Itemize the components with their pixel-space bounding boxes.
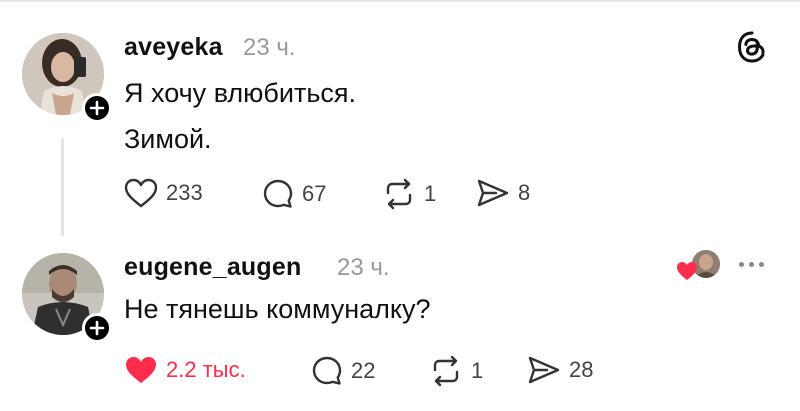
post-2-username[interactable]: eugene_augen xyxy=(124,253,301,282)
post-1-reply-count: 67 xyxy=(302,181,327,206)
post-2-repost-button[interactable]: 1 xyxy=(429,355,483,387)
liked-by-author-indicator[interactable] xyxy=(676,248,722,284)
post-2-repost-count: 1 xyxy=(471,358,484,383)
post-1-repost-button[interactable]: 1 xyxy=(382,178,436,210)
post-1-share-count: 8 xyxy=(518,180,531,205)
top-divider xyxy=(0,0,800,2)
share-send-icon xyxy=(528,356,560,384)
post-1-avatar-wrap[interactable] xyxy=(22,33,112,123)
post-1-timestamp: 23 ч. xyxy=(243,34,296,61)
share-send-icon xyxy=(477,179,509,207)
follow-plus-button[interactable] xyxy=(82,93,112,123)
post-1-like-count: 233 xyxy=(166,180,203,205)
post-2-like-button[interactable]: 2.2 тыс. xyxy=(124,355,246,385)
comment-icon xyxy=(312,356,342,385)
post-2-like-count: 2.2 тыс. xyxy=(166,357,246,382)
post-2-share-count: 28 xyxy=(569,357,594,382)
post-1-text-line-2: Зимой. xyxy=(124,124,212,154)
post-2-reply-button[interactable]: 22 xyxy=(311,355,375,387)
follow-plus-button[interactable] xyxy=(82,313,112,343)
post-2-timestamp: 23 ч. xyxy=(337,254,390,281)
post-1-like-button[interactable]: 233 xyxy=(124,178,203,208)
threads-logo-icon[interactable] xyxy=(734,29,770,65)
post-1-repost-count: 1 xyxy=(424,181,437,206)
more-dots-icon[interactable] xyxy=(739,262,764,267)
post-1-username[interactable]: aveyeka xyxy=(124,33,223,62)
post-2-reply-count: 22 xyxy=(351,358,376,383)
heart-icon xyxy=(124,178,158,208)
post-2-share-button[interactable]: 28 xyxy=(527,355,593,385)
plus-icon xyxy=(89,320,105,336)
repost-icon xyxy=(433,355,459,387)
comment-icon xyxy=(263,179,293,208)
repost-icon xyxy=(386,178,412,210)
heart-icon xyxy=(126,357,156,383)
plus-icon xyxy=(89,100,105,116)
heart-icon xyxy=(677,262,697,280)
post-1-text-line-1: Я хочу влюбиться. xyxy=(124,78,357,108)
post-2-text-line-1: Не тянешь коммуналку? xyxy=(124,294,431,324)
thread-connector-line xyxy=(61,138,64,236)
post-1-share-button[interactable]: 8 xyxy=(476,178,530,208)
post-1-reply-button[interactable]: 67 xyxy=(262,178,326,210)
post-2-avatar-wrap[interactable] xyxy=(22,253,112,343)
